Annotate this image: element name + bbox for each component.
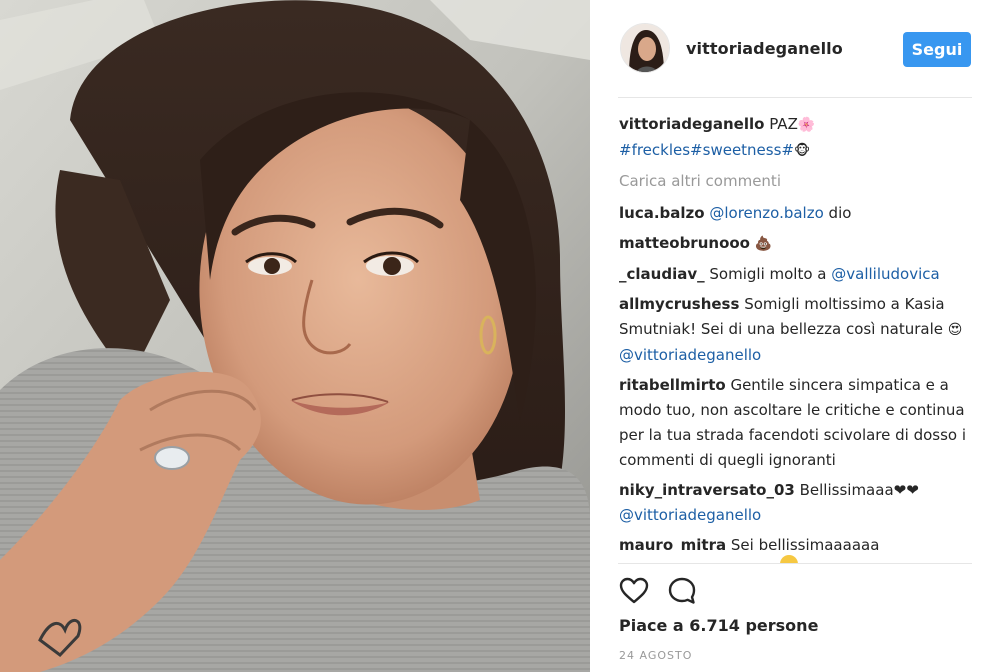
avatar-image [621, 24, 669, 72]
list-item: allmycrushess Somigli moltissimo a Kasia… [619, 292, 969, 368]
comment-icon[interactable] [666, 575, 698, 607]
post-actions [618, 575, 738, 609]
caption-username[interactable]: vittoriadeganello [619, 115, 764, 133]
list-item: _claudiav_ Somigli molto a @valliludovic… [619, 262, 969, 287]
comment-text: dio [828, 204, 852, 222]
heart-icon[interactable] [618, 575, 650, 607]
comment-username[interactable]: luca.balzo [619, 204, 705, 222]
caption-text: PAZ [769, 115, 798, 133]
list-item: niky_intraversato_03 Bellissimaaa❤❤ @vit… [619, 478, 969, 528]
follow-button[interactable]: Segui [903, 32, 971, 67]
post-caption: vittoriadeganello PAZ🌸 #freckles#sweetne… [619, 112, 969, 164]
post-photo[interactable] [0, 0, 590, 672]
list-item: luca.balzo @lorenzo.balzo dio [619, 201, 969, 226]
cherry-blossom-emoji: 🌸 [797, 117, 816, 133]
comment-text: Bellissimaaa❤❤ [799, 481, 919, 499]
poop-emoji: 💩 [754, 236, 773, 252]
post-sidebar: vittoriadeganello Segui vittoriadeganell… [590, 0, 1000, 672]
comment-mention[interactable]: @vittoriadeganello [619, 506, 761, 524]
comments-list: vittoriadeganello PAZ🌸 #freckles#sweetne… [619, 112, 969, 558]
comment-mention[interactable]: @valliludovica [831, 265, 939, 283]
post-author-username[interactable]: vittoriadeganello [686, 39, 843, 58]
load-more-comments-link[interactable]: Carica altri commenti [619, 169, 969, 194]
post-date: 24 AGOSTO [619, 649, 693, 662]
comment-mention[interactable]: @lorenzo.balzo [709, 204, 823, 222]
comment-text: Somigli molto a [709, 265, 827, 283]
comment-username[interactable]: _claudiav_ [619, 265, 705, 283]
comment-mention[interactable]: @vittoriadeganello [619, 346, 761, 364]
list-item: ritabellmirto Gentile sincera simpatica … [619, 373, 969, 473]
avatar[interactable] [620, 23, 670, 73]
comment-username[interactable]: niky_intraversato_03 [619, 481, 795, 499]
post-header: vittoriadeganello Segui [590, 0, 1000, 98]
monkey-emoji: 🐵 [793, 143, 811, 159]
selfie-illustration [0, 0, 590, 672]
likes-count[interactable]: Piace a 6.714 persone [619, 616, 818, 635]
actions-divider [618, 563, 972, 564]
comment-username[interactable]: matteobrunooo [619, 234, 750, 252]
caption-hashtags[interactable]: #freckles#sweetness# [619, 141, 794, 159]
comment-username[interactable]: ritabellmirto [619, 376, 726, 394]
heart-eyes-emoji: 😍 [947, 322, 963, 338]
comment-username[interactable]: allmycrushess [619, 295, 739, 313]
header-divider [618, 97, 972, 98]
list-item: matteobrunooo 💩 [619, 231, 969, 257]
